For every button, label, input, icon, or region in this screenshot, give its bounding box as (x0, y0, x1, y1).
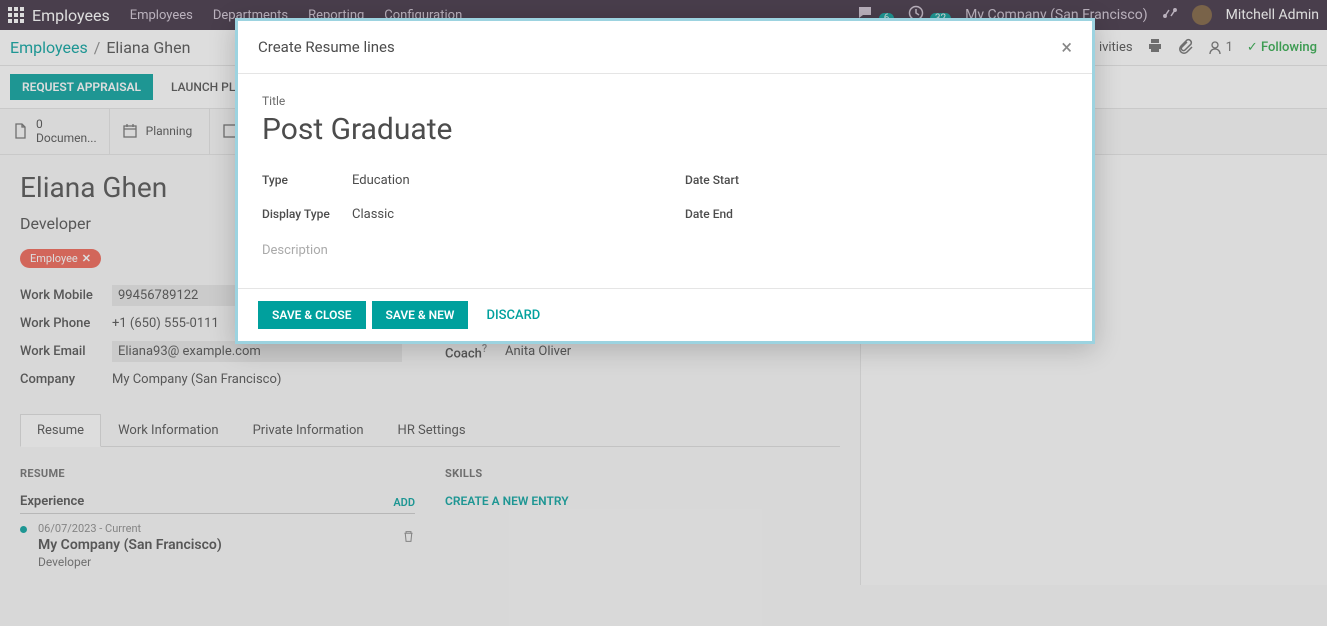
modal-create-resume-line: Create Resume lines × Title Post Graduat… (235, 18, 1095, 344)
modal-title-label: Title (262, 94, 1068, 108)
modal-type-field[interactable]: Education (352, 173, 410, 188)
modal-date-end-label: Date End (685, 207, 775, 221)
modal-display-type-field[interactable]: Classic (352, 207, 394, 222)
modal-title-input[interactable]: Post Graduate (262, 112, 1068, 147)
modal-title: Create Resume lines (258, 38, 395, 56)
modal-description-field[interactable]: Description (262, 243, 1068, 258)
modal-type-label: Type (262, 173, 352, 187)
close-icon[interactable]: × (1061, 35, 1072, 59)
modal-date-start-label: Date Start (685, 173, 775, 187)
save-new-button[interactable]: SAVE & NEW (372, 301, 469, 329)
save-close-button[interactable]: SAVE & CLOSE (258, 301, 366, 329)
discard-button[interactable]: DISCARD (474, 301, 552, 329)
modal-display-type-label: Display Type (262, 207, 352, 221)
